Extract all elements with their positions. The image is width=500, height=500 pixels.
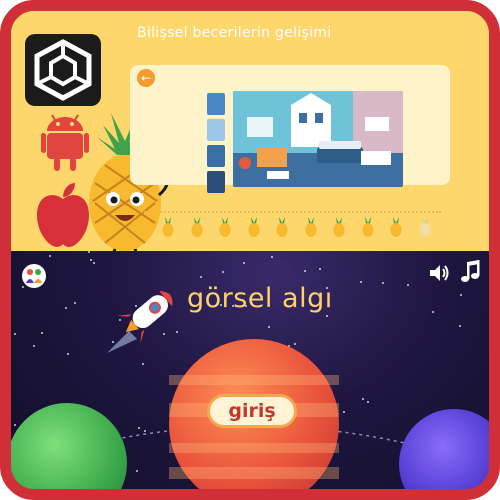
bedroom-scene-image[interactable] [233,91,403,187]
arrow-left-icon[interactable]: ← [137,69,155,87]
speaker-icon[interactable] [427,261,451,285]
star [432,311,434,313]
star [382,282,384,284]
star [362,398,364,400]
star [65,307,67,309]
star [41,332,43,334]
thumbnail[interactable] [207,93,225,115]
game-start-screen: görsel algı giriş [11,251,489,489]
thumbnail[interactable] [207,171,225,193]
star [90,259,92,261]
progress-pineapple-icon [218,216,232,238]
family-logo-icon [21,263,47,289]
progress-pineapple-icon [304,216,318,238]
star [14,333,16,335]
star [304,270,306,272]
star [49,255,51,257]
star [459,325,461,327]
app-title: Bilişsel becerilerin gelişimi [137,25,332,41]
star [93,262,95,264]
thumbnail[interactable] [207,145,225,167]
progress-pineapple-icon [247,216,261,238]
star [460,294,462,296]
progress-pineapple-icon [161,216,175,238]
progress-pineapple-icon [190,216,204,238]
thumbnail[interactable] [207,119,225,141]
star [326,315,328,317]
star [271,256,273,258]
progress-pineapple-icon [418,216,432,238]
progress-pineapple-icon [332,216,346,238]
star [142,363,144,365]
screenshot-frame: Bilişsel becerilerin gelişimi ← görsel a… [0,0,500,500]
rocket-icon [103,287,183,361]
progress-pineapple-icon [275,216,289,238]
progress-pineapple-icon [389,216,403,238]
star [88,251,90,253]
star [222,271,224,273]
top-app-preview: Bilişsel becerilerin gelişimi ← [11,11,489,262]
star [407,284,409,286]
progress-pineapples [161,216,441,242]
star [268,326,270,328]
progress-pineapple-icon [361,216,375,238]
unity-cube-icon [25,34,101,106]
star [33,345,35,347]
progress-track [141,211,441,213]
star [243,262,245,264]
star [200,276,202,278]
star [67,353,69,355]
game-title: görsel algı [187,283,333,314]
music-note-icon[interactable] [459,259,483,285]
star [74,302,76,304]
star [319,268,321,270]
start-button[interactable]: giriş [207,394,297,428]
star [360,281,362,283]
star [294,343,296,345]
